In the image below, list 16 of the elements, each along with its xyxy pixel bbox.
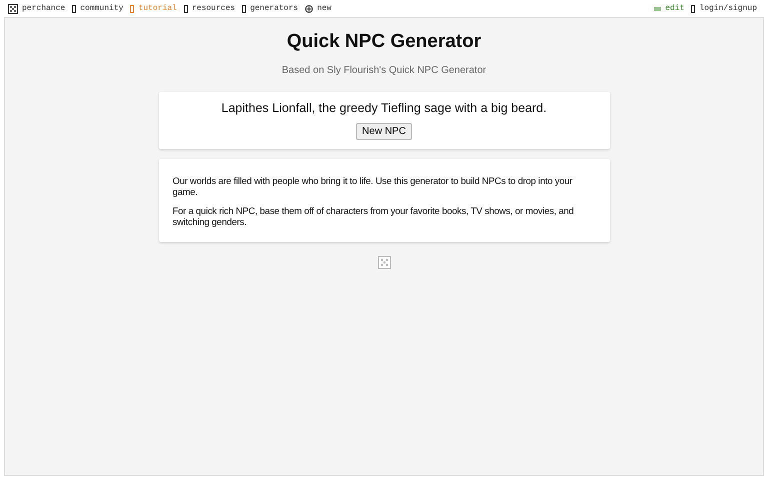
login-link[interactable]: login/signup [699, 4, 757, 13]
nav-link[interactable]: perchance [22, 4, 66, 13]
npc-description: Lapithes Lionfall, the greedy Tiefling sage with a big beard. [221, 101, 547, 115]
dice-icon[interactable] [8, 4, 18, 14]
page-title: Quick NPC Generator [286, 31, 482, 53]
edit-link[interactable]: edit [665, 4, 684, 13]
subtitle: Based on Sly Flourish's Quick NPC Generator [282, 65, 486, 76]
nav-link[interactable]: resources [192, 4, 236, 13]
paragraph: For a quick rich NPC, base them off of characters from your favorite books, TV shows, or movies, and switching genders. [172, 205, 575, 227]
nav-link[interactable]: new [317, 4, 332, 13]
nav-link[interactable]: generators [250, 4, 298, 13]
paragraph: Our worlds are filled with people who bring it to life. Use this generator to build NPCs to drop into your game. [172, 175, 574, 197]
glyph-icon [691, 4, 696, 12]
plus-icon [305, 4, 314, 12]
new-npc-button[interactable]: New NPC [356, 123, 412, 140]
nav-link[interactable]: community [80, 4, 124, 13]
